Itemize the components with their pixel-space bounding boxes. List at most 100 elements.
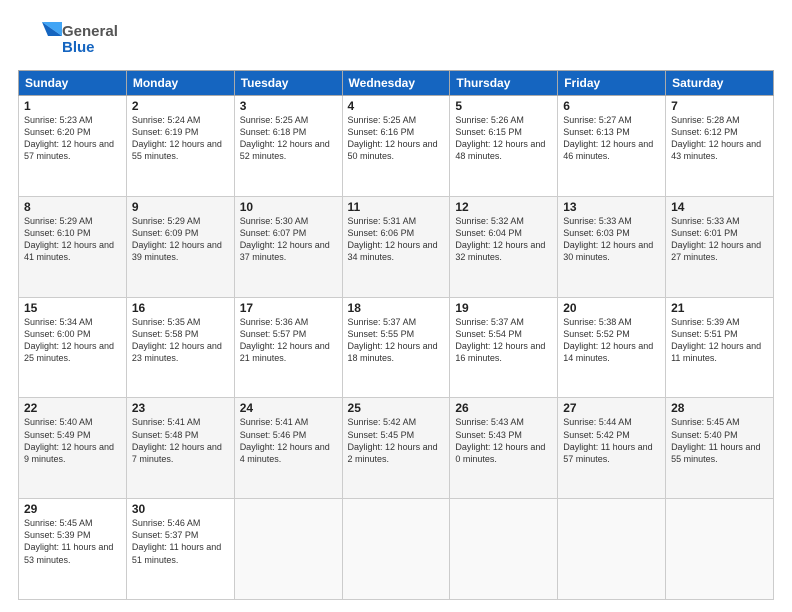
day-number: 20 [563,301,660,315]
calendar-cell [558,499,666,600]
cell-details: Sunrise: 5:31 AMSunset: 6:06 PMDaylight:… [348,215,445,264]
calendar-cell [342,499,450,600]
cell-details: Sunrise: 5:41 AMSunset: 5:48 PMDaylight:… [132,416,229,465]
calendar-cell: 20Sunrise: 5:38 AMSunset: 5:52 PMDayligh… [558,297,666,398]
calendar-cell: 29Sunrise: 5:45 AMSunset: 5:39 PMDayligh… [19,499,127,600]
day-number: 29 [24,502,121,516]
calendar-week-row: 29Sunrise: 5:45 AMSunset: 5:39 PMDayligh… [19,499,774,600]
day-number: 18 [348,301,445,315]
day-number: 8 [24,200,121,214]
calendar-cell: 10Sunrise: 5:30 AMSunset: 6:07 PMDayligh… [234,196,342,297]
calendar-cell: 18Sunrise: 5:37 AMSunset: 5:55 PMDayligh… [342,297,450,398]
cell-details: Sunrise: 5:26 AMSunset: 6:15 PMDaylight:… [455,114,552,163]
calendar-week-row: 1Sunrise: 5:23 AMSunset: 6:20 PMDaylight… [19,96,774,197]
day-number: 2 [132,99,229,113]
day-number: 23 [132,401,229,415]
day-number: 21 [671,301,768,315]
logo-general-text: General [62,24,118,41]
cell-details: Sunrise: 5:35 AMSunset: 5:58 PMDaylight:… [132,316,229,365]
calendar-cell: 25Sunrise: 5:42 AMSunset: 5:45 PMDayligh… [342,398,450,499]
calendar-cell: 1Sunrise: 5:23 AMSunset: 6:20 PMDaylight… [19,96,127,197]
calendar-week-row: 15Sunrise: 5:34 AMSunset: 6:00 PMDayligh… [19,297,774,398]
cell-details: Sunrise: 5:41 AMSunset: 5:46 PMDaylight:… [240,416,337,465]
cell-details: Sunrise: 5:37 AMSunset: 5:54 PMDaylight:… [455,316,552,365]
calendar-cell: 11Sunrise: 5:31 AMSunset: 6:06 PMDayligh… [342,196,450,297]
cell-details: Sunrise: 5:39 AMSunset: 5:51 PMDaylight:… [671,316,768,365]
cell-details: Sunrise: 5:37 AMSunset: 5:55 PMDaylight:… [348,316,445,365]
day-number: 4 [348,99,445,113]
calendar-cell [450,499,558,600]
calendar-cell: 15Sunrise: 5:34 AMSunset: 6:00 PMDayligh… [19,297,127,398]
calendar-cell [234,499,342,600]
day-number: 1 [24,99,121,113]
cell-details: Sunrise: 5:46 AMSunset: 5:37 PMDaylight:… [132,517,229,566]
day-number: 13 [563,200,660,214]
calendar-header-row: SundayMondayTuesdayWednesdayThursdayFrid… [19,71,774,96]
day-number: 26 [455,401,552,415]
cell-details: Sunrise: 5:25 AMSunset: 6:18 PMDaylight:… [240,114,337,163]
calendar-cell: 21Sunrise: 5:39 AMSunset: 5:51 PMDayligh… [666,297,774,398]
calendar-header-cell: Friday [558,71,666,96]
calendar-cell: 14Sunrise: 5:33 AMSunset: 6:01 PMDayligh… [666,196,774,297]
cell-details: Sunrise: 5:42 AMSunset: 5:45 PMDaylight:… [348,416,445,465]
cell-details: Sunrise: 5:24 AMSunset: 6:19 PMDaylight:… [132,114,229,163]
calendar-cell: 8Sunrise: 5:29 AMSunset: 6:10 PMDaylight… [19,196,127,297]
calendar-cell: 3Sunrise: 5:25 AMSunset: 6:18 PMDaylight… [234,96,342,197]
calendar-body: 1Sunrise: 5:23 AMSunset: 6:20 PMDaylight… [19,96,774,600]
calendar-header-cell: Thursday [450,71,558,96]
calendar-cell: 27Sunrise: 5:44 AMSunset: 5:42 PMDayligh… [558,398,666,499]
day-number: 24 [240,401,337,415]
calendar-cell: 22Sunrise: 5:40 AMSunset: 5:49 PMDayligh… [19,398,127,499]
cell-details: Sunrise: 5:25 AMSunset: 6:16 PMDaylight:… [348,114,445,163]
day-number: 10 [240,200,337,214]
calendar-cell: 7Sunrise: 5:28 AMSunset: 6:12 PMDaylight… [666,96,774,197]
calendar-week-row: 22Sunrise: 5:40 AMSunset: 5:49 PMDayligh… [19,398,774,499]
cell-details: Sunrise: 5:38 AMSunset: 5:52 PMDaylight:… [563,316,660,365]
calendar-cell: 5Sunrise: 5:26 AMSunset: 6:15 PMDaylight… [450,96,558,197]
cell-details: Sunrise: 5:23 AMSunset: 6:20 PMDaylight:… [24,114,121,163]
calendar-cell: 4Sunrise: 5:25 AMSunset: 6:16 PMDaylight… [342,96,450,197]
day-number: 22 [24,401,121,415]
generalblue-logo-icon [18,18,62,62]
page: GeneralBlue SundayMondayTuesdayWednesday… [0,0,792,612]
day-number: 30 [132,502,229,516]
header: GeneralBlue [18,18,774,62]
calendar-cell: 12Sunrise: 5:32 AMSunset: 6:04 PMDayligh… [450,196,558,297]
day-number: 3 [240,99,337,113]
day-number: 14 [671,200,768,214]
calendar-week-row: 8Sunrise: 5:29 AMSunset: 6:10 PMDaylight… [19,196,774,297]
calendar-cell: 9Sunrise: 5:29 AMSunset: 6:09 PMDaylight… [126,196,234,297]
day-number: 28 [671,401,768,415]
calendar-cell: 13Sunrise: 5:33 AMSunset: 6:03 PMDayligh… [558,196,666,297]
cell-details: Sunrise: 5:32 AMSunset: 6:04 PMDaylight:… [455,215,552,264]
cell-details: Sunrise: 5:45 AMSunset: 5:39 PMDaylight:… [24,517,121,566]
calendar-header-cell: Monday [126,71,234,96]
calendar-cell: 6Sunrise: 5:27 AMSunset: 6:13 PMDaylight… [558,96,666,197]
calendar-cell: 24Sunrise: 5:41 AMSunset: 5:46 PMDayligh… [234,398,342,499]
calendar-header-cell: Sunday [19,71,127,96]
calendar-cell: 17Sunrise: 5:36 AMSunset: 5:57 PMDayligh… [234,297,342,398]
cell-details: Sunrise: 5:27 AMSunset: 6:13 PMDaylight:… [563,114,660,163]
calendar-cell: 28Sunrise: 5:45 AMSunset: 5:40 PMDayligh… [666,398,774,499]
cell-details: Sunrise: 5:29 AMSunset: 6:10 PMDaylight:… [24,215,121,264]
calendar-header-cell: Saturday [666,71,774,96]
cell-details: Sunrise: 5:33 AMSunset: 6:03 PMDaylight:… [563,215,660,264]
day-number: 25 [348,401,445,415]
calendar-header-cell: Wednesday [342,71,450,96]
cell-details: Sunrise: 5:40 AMSunset: 5:49 PMDaylight:… [24,416,121,465]
day-number: 16 [132,301,229,315]
calendar-cell: 2Sunrise: 5:24 AMSunset: 6:19 PMDaylight… [126,96,234,197]
cell-details: Sunrise: 5:43 AMSunset: 5:43 PMDaylight:… [455,416,552,465]
calendar-header-cell: Tuesday [234,71,342,96]
calendar-cell: 19Sunrise: 5:37 AMSunset: 5:54 PMDayligh… [450,297,558,398]
day-number: 6 [563,99,660,113]
calendar-cell: 30Sunrise: 5:46 AMSunset: 5:37 PMDayligh… [126,499,234,600]
cell-details: Sunrise: 5:29 AMSunset: 6:09 PMDaylight:… [132,215,229,264]
day-number: 9 [132,200,229,214]
day-number: 5 [455,99,552,113]
cell-details: Sunrise: 5:30 AMSunset: 6:07 PMDaylight:… [240,215,337,264]
cell-details: Sunrise: 5:45 AMSunset: 5:40 PMDaylight:… [671,416,768,465]
day-number: 19 [455,301,552,315]
cell-details: Sunrise: 5:36 AMSunset: 5:57 PMDaylight:… [240,316,337,365]
day-number: 7 [671,99,768,113]
